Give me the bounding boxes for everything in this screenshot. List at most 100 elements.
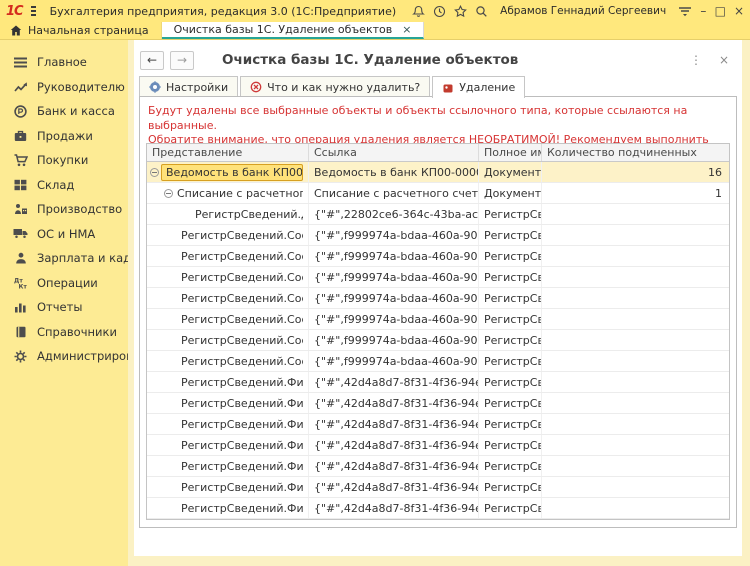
search-icon[interactable] xyxy=(475,3,488,19)
form-tab-label: Что и как нужно удалить? xyxy=(267,81,420,94)
table-row[interactable]: Ведомость в банк КП00-000001 от...Ведомо… xyxy=(147,162,729,183)
main-menu-icon[interactable] xyxy=(31,6,36,16)
sidebar-item-0[interactable]: Главное xyxy=(0,50,128,75)
tree-collapse-icon[interactable] xyxy=(164,189,173,198)
active-tab-label: Очистка базы 1С. Удаление объектов xyxy=(174,23,393,36)
cell-representation: РегистрСведений.Физические... xyxy=(147,456,309,476)
sidebar-item-2[interactable]: Банк и касса xyxy=(0,99,128,124)
table-row[interactable]: РегистрСведений.СоставДокум... {"#",f9999… xyxy=(147,309,729,330)
cell-full-name: РегистрСве... xyxy=(479,330,542,350)
cell-representation: РегистрСведений.СоставДокум... xyxy=(147,351,309,371)
cell-subordinate-count xyxy=(542,414,729,434)
close-form-icon[interactable]: × xyxy=(714,51,734,69)
sidebar-item-label: Покупки xyxy=(37,153,88,167)
tree-collapse-icon[interactable] xyxy=(150,168,159,177)
cell-full-name: РегистрСве... xyxy=(479,477,542,497)
table-row[interactable]: РегистрСведений.Физические...{"#",42d4a8… xyxy=(147,498,729,519)
delete-icon xyxy=(442,82,454,94)
table-row[interactable]: РегистрСведений.СоставДокум... {"#",f9999… xyxy=(147,246,729,267)
cell-representation: РегистрСведений.Физические... xyxy=(147,477,309,497)
table-row[interactable]: РегистрСведений.СоставДокум...{"#",f9999… xyxy=(147,351,729,372)
minimize-button[interactable]: – xyxy=(700,3,706,19)
window-title: Бухгалтерия предприятия, редакция 3.0 (1… xyxy=(50,5,397,18)
home-icon xyxy=(10,25,22,36)
sidebar-item-3[interactable]: Продажи xyxy=(0,124,128,149)
table-row[interactable]: РегистрСведений.ДанныеП...{"#",22802ce6-… xyxy=(147,204,729,225)
content-area: ← → Очистка базы 1С. Удаление объектов ⋮… xyxy=(128,40,750,566)
window-title-bar: 1С Бухгалтерия предприятия, редакция 3.0… xyxy=(0,0,750,22)
warning-line: Будут удалены все выбранные объекты и об… xyxy=(148,104,728,133)
sidebar-item-11[interactable]: Справочники xyxy=(0,320,128,345)
more-menu-icon[interactable]: ⋮ xyxy=(686,51,706,69)
sidebar-item-label: Склад xyxy=(37,178,74,192)
operations-icon: ДтКт xyxy=(13,275,28,290)
menu-lines-icon xyxy=(13,55,28,70)
form-tab-2[interactable]: Удаление xyxy=(432,76,525,98)
object-name: РегистрСведений.Физические... xyxy=(181,439,303,452)
table-row[interactable]: Списание с расчетного счета К...Списание… xyxy=(147,183,729,204)
object-name: РегистрСведений.ДанныеП... xyxy=(195,208,303,221)
column-header-0: Представление xyxy=(147,144,309,161)
maximize-button[interactable]: □ xyxy=(715,3,726,19)
sidebar-item-label: ОС и НМА xyxy=(37,227,95,241)
tab-cleanup-page[interactable]: Очистка базы 1С. Удаление объектов × xyxy=(162,22,425,39)
form-tab-0[interactable]: Настройки xyxy=(139,76,238,97)
table-row[interactable]: РегистрСведений.Физические... {"#",42d4a8… xyxy=(147,435,729,456)
svg-text:Кт: Кт xyxy=(18,283,27,288)
cell-subordinate-count xyxy=(542,477,729,497)
object-name: РегистрСведений.Физические... xyxy=(181,418,303,431)
objects-table: ПредставлениеСсылкаПолное имяКоличество … xyxy=(146,143,730,520)
close-tab-icon[interactable]: × xyxy=(402,23,411,36)
cell-full-name: РегистрСве... xyxy=(479,288,542,308)
cell-reference: {"#",42d4a8d7-8f31-4f36-94e9-ee5cfa3440d… xyxy=(309,456,479,476)
cell-representation: РегистрСведений.СоставДокум... xyxy=(147,267,309,287)
sidebar-item-12[interactable]: Администрирование xyxy=(0,344,128,369)
tab-home-page[interactable]: Начальная страница xyxy=(0,22,162,39)
person-icon xyxy=(13,251,28,266)
object-name: РегистрСведений.СоставДокум... xyxy=(181,313,303,326)
close-window-button[interactable]: × xyxy=(734,3,744,19)
sidebar-item-7[interactable]: ОС и НМА xyxy=(0,222,128,247)
sidebar-item-label: Руководителю xyxy=(37,80,125,94)
nav-back-button[interactable]: ← xyxy=(140,51,164,70)
star-icon[interactable] xyxy=(454,3,467,19)
bell-icon[interactable] xyxy=(412,3,425,19)
deletion-panel: Будут удалены все выбранные объекты и об… xyxy=(139,96,737,528)
object-name: РегистрСведений.СоставДокум... xyxy=(181,334,303,347)
table-row[interactable]: РегистрСведений.СоставДокум...{"#",f9999… xyxy=(147,288,729,309)
cell-subordinate-count xyxy=(542,372,729,392)
history-icon[interactable] xyxy=(433,3,446,19)
cell-reference: {"#",42d4a8d7-8f31-4f36-94e9-ee5cfa3440d… xyxy=(309,435,479,455)
cell-reference: Списание с расчетного счета КП00-000014 … xyxy=(309,183,479,203)
cell-representation: РегистрСведений.СоставДокум... xyxy=(147,309,309,329)
sidebar-item-10[interactable]: Отчеты xyxy=(0,295,128,320)
table-row[interactable]: РегистрСведений.СоставДокум...{"#",f9999… xyxy=(147,267,729,288)
sidebar-item-label: Главное xyxy=(37,55,87,69)
table-row[interactable]: РегистрСведений.СоставДокум...{"#",f9999… xyxy=(147,330,729,351)
cell-reference: {"#",f999974a-bdaa-460a-90d2-948d8c4c649… xyxy=(309,309,479,329)
object-name: РегистрСведений.СоставДокум... xyxy=(181,250,303,263)
nav-forward-button[interactable]: → xyxy=(170,51,194,70)
table-row[interactable]: РегистрСведений.Физические...{"#",42d4a8… xyxy=(147,414,729,435)
sidebar-item-8[interactable]: Зарплата и кадры xyxy=(0,246,128,271)
form-tab-1[interactable]: Что и как нужно удалить? xyxy=(240,76,430,97)
sidebar-item-4[interactable]: Покупки xyxy=(0,148,128,173)
table-row[interactable]: РегистрСведений.Физические... {"#",42d4a8… xyxy=(147,456,729,477)
sidebar-item-5[interactable]: Склад xyxy=(0,173,128,198)
cell-subordinate-count xyxy=(542,351,729,371)
sidebar-item-1[interactable]: Руководителю xyxy=(0,75,128,100)
cell-representation: РегистрСведений.Физические... xyxy=(147,372,309,392)
sidebar-item-6[interactable]: Производство xyxy=(0,197,128,222)
service-menu-icon[interactable] xyxy=(678,3,692,19)
cell-reference: {"#",f999974a-bdaa-460a-90d2-948d8c4c649… xyxy=(309,246,479,266)
user-name[interactable]: Абрамов Геннадий Сергеевич xyxy=(500,5,666,17)
table-row[interactable]: РегистрСведений.Физические...{"#",42d4a8… xyxy=(147,372,729,393)
sidebar-item-label: Банк и касса xyxy=(37,104,115,118)
cell-reference: {"#",42d4a8d7-8f31-4f36-94e9-ee5cfa3440d… xyxy=(309,393,479,413)
table-row[interactable]: РегистрСведений.Физические...{"#",42d4a8… xyxy=(147,477,729,498)
table-row[interactable]: РегистрСведений.СоставДокум...{"#",f9999… xyxy=(147,225,729,246)
object-name: РегистрСведений.Физические... xyxy=(181,460,303,473)
table-row[interactable]: РегистрСведений.Физические...{"#",42d4a8… xyxy=(147,393,729,414)
sidebar-item-9[interactable]: ДтКтОперации xyxy=(0,271,128,296)
column-header-2: Полное имя xyxy=(479,144,542,161)
